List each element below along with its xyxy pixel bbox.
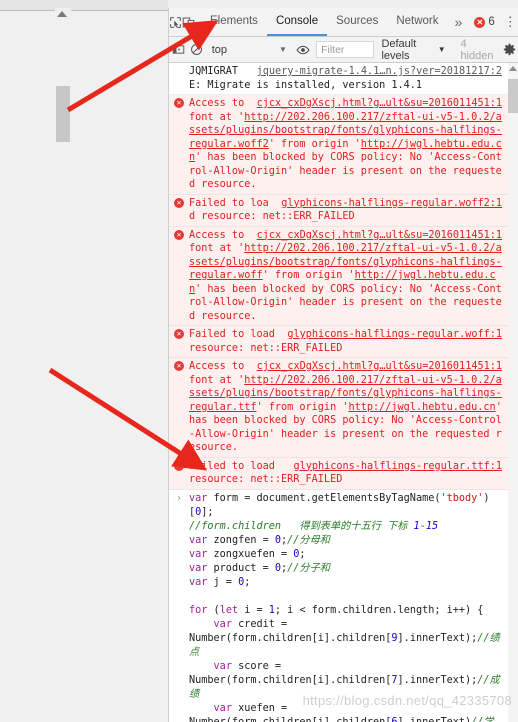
console-error-message[interactable]: ✕ glyphicons-halflings-regular.ttf:1 Faile… bbox=[169, 457, 508, 490]
error-icon: ✕ bbox=[174, 460, 184, 471]
gear-icon[interactable] bbox=[501, 43, 518, 56]
device-toolbar-icon[interactable] bbox=[182, 8, 195, 36]
devtools-tabbar: Elements Console Sources Network » ✕ 6 ⋮… bbox=[169, 8, 518, 37]
devtools-menu-icon[interactable]: ⋮ bbox=[504, 8, 517, 36]
console-error-message[interactable]: ✕ cjcx_cxDgXscj.html?g…ult&su=2016011451:… bbox=[169, 226, 508, 326]
message-source-link[interactable]: cjcx_cxDgXscj.html?g…ult&su=2016011451:1 bbox=[257, 229, 502, 243]
error-icon: ✕ bbox=[174, 197, 184, 208]
console-error-message[interactable]: ✕ glyphicons-halflings-regular.woff2:1 Fai… bbox=[169, 194, 508, 227]
error-count-badge[interactable]: ✕ 6 bbox=[469, 8, 499, 36]
console-message-list[interactable]: jquery-migrate-1.4.1…n.js?ver=20181217:2… bbox=[169, 63, 508, 722]
clear-console-icon[interactable] bbox=[187, 43, 205, 56]
devtools-panel: Elements Console Sources Network » ✕ 6 ⋮… bbox=[168, 8, 518, 722]
console-error-message[interactable]: ✕ cjcx_cxDgXscj.html?g…ult&su=2016011451:… bbox=[169, 358, 508, 458]
scroll-up-arrow-icon[interactable] bbox=[57, 11, 67, 17]
inspect-element-icon[interactable] bbox=[169, 8, 182, 36]
console-body: jquery-migrate-1.4.1…n.js?ver=20181217:2… bbox=[169, 63, 518, 722]
log-levels-label: Default levels bbox=[381, 37, 417, 62]
execution-context-select[interactable]: top ▼ bbox=[206, 44, 287, 56]
chevron-down-icon-2: ▼ bbox=[437, 45, 446, 54]
execution-context-value: top bbox=[211, 43, 227, 56]
page-scrollbar[interactable] bbox=[55, 8, 71, 722]
message-source-link[interactable]: glyphicons-halflings-regular.ttf:1 bbox=[293, 460, 502, 474]
error-icon: ✕ bbox=[174, 329, 184, 339]
console-input-echo[interactable]: › var form = document.getElementsByTagNam… bbox=[169, 489, 508, 722]
tab-network[interactable]: Network bbox=[387, 8, 447, 36]
tab-console[interactable]: Console bbox=[266, 8, 328, 36]
filter-input[interactable]: Filter bbox=[316, 41, 375, 58]
message-text: Access to font at 'http://202.206.100.21… bbox=[189, 229, 502, 322]
console-info-message[interactable]: jquery-migrate-1.4.1…n.js?ver=20181217:2… bbox=[169, 63, 508, 95]
live-expression-eye-icon[interactable] bbox=[294, 43, 312, 57]
tab-elements[interactable]: Elements bbox=[201, 8, 267, 36]
console-error-message[interactable]: ✕ cjcx_cxDgXscj.html?g…ult&su=2016011451:… bbox=[169, 95, 508, 195]
message-source-link[interactable]: cjcx_cxDgXscj.html?g…ult&su=2016011451:1 bbox=[257, 97, 502, 111]
page-scrollbar-thumb[interactable] bbox=[56, 86, 70, 142]
hidden-messages-label[interactable]: 4 hidden bbox=[455, 38, 500, 62]
message-source-link[interactable]: glyphicons-halflings-regular.woff:1 bbox=[287, 328, 502, 342]
message-source-link[interactable]: glyphicons-halflings-regular.woff2:1 bbox=[281, 197, 502, 211]
error-icon: ✕ bbox=[174, 361, 184, 371]
console-scrollbar[interactable] bbox=[508, 63, 518, 722]
message-source-link[interactable]: jquery-migrate-1.4.1…n.js?ver=20181217:2 bbox=[257, 65, 502, 79]
console-code: var form = document.getElementsByTagName… bbox=[189, 492, 500, 722]
chevron-down-icon: ▼ bbox=[278, 45, 287, 54]
message-source-link[interactable]: cjcx_cxDgXscj.html?g…ult&su=2016011451:1 bbox=[257, 360, 502, 374]
tab-sources[interactable]: Sources bbox=[327, 8, 387, 36]
message-text: Access to font at 'http://202.206.100.21… bbox=[189, 361, 502, 453]
log-levels-select[interactable]: Default levels ▼ bbox=[378, 38, 448, 62]
browser-top-edge bbox=[0, 0, 168, 11]
more-tabs-icon[interactable]: » bbox=[448, 8, 470, 36]
error-icon: ✕ bbox=[174, 229, 184, 240]
prompt-chevron-icon: › bbox=[176, 492, 183, 504]
console-error-message[interactable]: ✕ glyphicons-halflings-regular.woff:1 Fail… bbox=[169, 326, 508, 358]
page-background bbox=[0, 0, 168, 722]
console-scrollbar-thumb[interactable] bbox=[508, 79, 518, 113]
console-toolbar: top ▼ Filter Default levels ▼ 4 hidden bbox=[169, 37, 518, 63]
error-dot-icon: ✕ bbox=[474, 16, 486, 28]
error-icon: ✕ bbox=[174, 98, 184, 108]
message-text: Access to font at 'http://202.206.100.21… bbox=[189, 98, 502, 190]
console-sidebar-icon[interactable] bbox=[169, 43, 187, 56]
screenshot-root: Elements Console Sources Network » ✕ 6 ⋮… bbox=[0, 0, 518, 722]
error-count-label: 6 bbox=[488, 16, 495, 28]
console-scroll-up-arrow-icon[interactable] bbox=[509, 66, 517, 71]
